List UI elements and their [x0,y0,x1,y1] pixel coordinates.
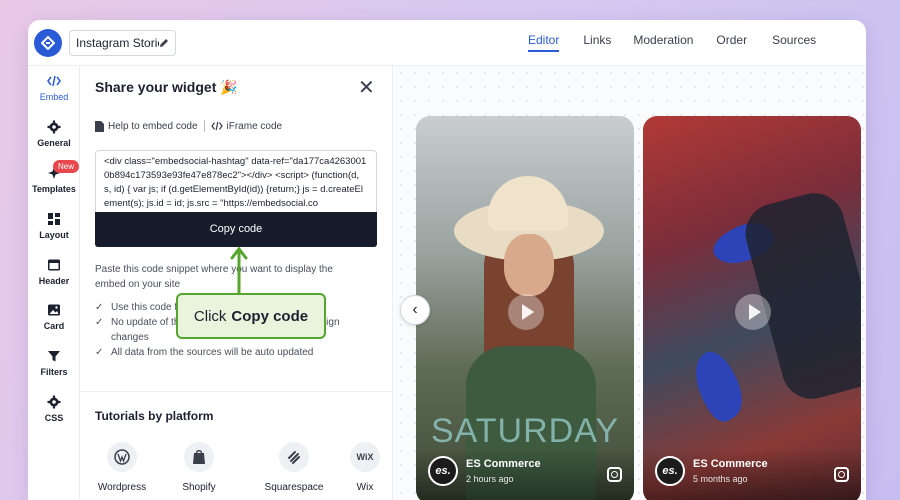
sidebar-item-label: Filters [40,367,68,377]
photo-detail [488,176,568,231]
sidebar-item-templates[interactable]: New Templates [28,160,80,194]
gear-icon [47,395,61,409]
tab-editor[interactable]: Editor [528,20,560,66]
divider [80,391,393,392]
shopify-icon [184,442,214,472]
tab-links[interactable]: Links [583,20,611,66]
sidebar-item-label: Header [38,276,70,286]
arrow-icon [230,246,248,295]
top-bar: Instagram Storie... Editor Links Moderat… [28,20,866,66]
tab-sources[interactable]: Sources [772,20,816,66]
platform-label: Shopify [182,482,216,493]
story-card[interactable]: SATURDAY es. ES Commerce 2 hours ago [416,116,634,500]
embed-code-textarea[interactable]: <div class="embedsocial-hashtag" data-re… [95,150,377,212]
copy-code-button[interactable]: Copy code [95,212,377,247]
instagram-icon[interactable] [834,467,849,482]
code-links: Help to embed code iFrame code [95,120,282,132]
tab-moderation[interactable]: Moderation [633,20,693,66]
callout-bold: Copy code [231,307,309,325]
platform-label: Squarespace [264,482,324,493]
document-icon [95,120,104,132]
list-item: All data from the sources will be auto u… [95,345,370,360]
app-logo-icon[interactable] [34,29,62,57]
iframe-code-link[interactable]: iFrame code [227,121,283,132]
layout-icon [48,213,60,225]
widget-preview: ‹ SATURDAY es. ES Commerce 2 hours ago e… [394,66,866,500]
sidebar-item-label: Embed [39,92,69,102]
code-icon [210,121,223,131]
callout-prefix: Click [193,307,227,325]
close-icon[interactable]: ✕ [358,78,375,98]
wordpress-icon [107,442,137,472]
post-time: 5 months ago [693,474,748,484]
panel-title: Share your widget 🎉 [95,79,238,95]
tab-order[interactable]: Order [716,20,747,66]
divider [203,120,205,132]
platform-label: Wix [356,482,374,493]
widget-title: Instagram Storie... [76,36,159,50]
story-overlay-text: SATURDAY [430,412,620,450]
help-embed-link[interactable]: Help to embed code [108,121,198,132]
sidebar-item-label: Layout [39,230,69,240]
sidebar-item-embed[interactable]: Embed [28,74,80,102]
author-name: ES Commerce [693,458,768,470]
chevron-left-icon[interactable]: ‹ [400,295,430,325]
platform-squarespace[interactable]: Squarespace [259,442,329,493]
sidebar-item-css[interactable]: CSS [28,395,80,423]
sidebar-item-label: General [37,138,71,148]
sidebar-item-filters[interactable]: Filters [28,349,80,377]
photo-detail [683,345,753,427]
platform-wix[interactable]: WiX Wix [330,442,400,493]
sidebar-item-general[interactable]: General [28,120,80,148]
sidebar-item-header[interactable]: Header [28,258,80,286]
widget-title-field[interactable]: Instagram Storie... [69,30,176,56]
tutorials-title: Tutorials by platform [95,409,214,423]
app-window: Instagram Storie... Editor Links Moderat… [28,20,866,500]
sidebar-item-label: Templates [32,184,76,194]
pencil-icon[interactable] [159,38,169,48]
instruction-callout: Click Copy code [176,293,326,339]
author-name: ES Commerce [466,458,541,470]
wix-icon: WiX [350,442,380,472]
platform-wordpress[interactable]: Wordpress [87,442,157,493]
sidebar-item-layout[interactable]: Layout [28,212,80,240]
sidebar: Embed General New Templates Layout Heade… [28,66,80,500]
platform-shopify[interactable]: Shopify [164,442,234,493]
post-time: 2 hours ago [466,474,514,484]
photo-detail [504,234,554,296]
code-icon [47,75,61,87]
top-nav: Editor Links Moderation Order Sources [528,20,816,66]
platform-label: Wordpress [97,482,147,493]
avatar[interactable]: es. [428,456,458,486]
instagram-icon[interactable] [607,467,622,482]
image-icon [48,304,60,316]
header-icon [48,259,60,271]
play-icon[interactable] [735,294,771,330]
squarespace-icon [279,442,309,472]
new-badge: New [53,160,80,173]
gear-icon [47,120,61,134]
avatar[interactable]: es. [655,456,685,486]
story-card[interactable]: es. ES Commerce 5 months ago [643,116,861,500]
sidebar-item-label: CSS [44,413,64,423]
sidebar-item-card[interactable]: Card [28,303,80,331]
play-icon[interactable] [508,294,544,330]
filter-icon [48,351,60,362]
sidebar-item-label: Card [43,321,65,331]
